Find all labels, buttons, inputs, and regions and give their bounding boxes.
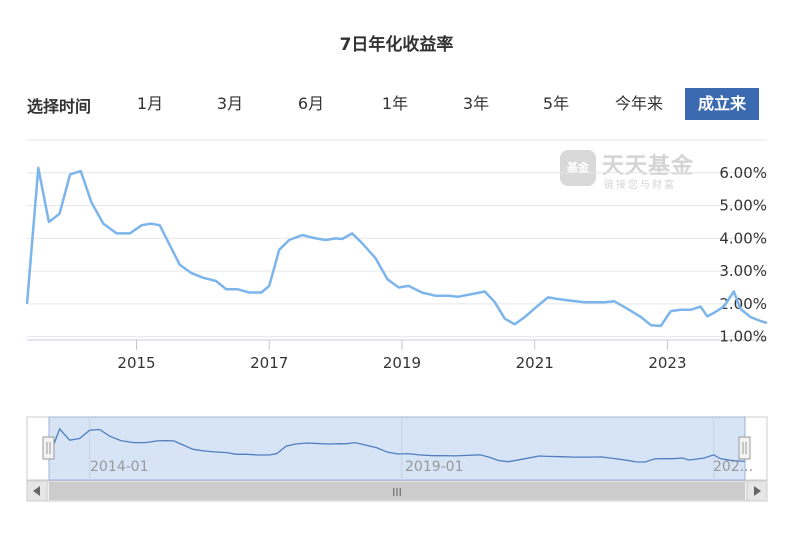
y-tick-label: 4.00% [719,229,767,247]
series-line [25,166,768,328]
y-tick-label: 1.00% [719,328,767,346]
grid-lines [27,139,767,341]
x-tick-label: 2019 [383,354,421,372]
y-tick-label: 5.00% [719,197,767,215]
y-tick-label: 3.00% [719,262,767,280]
x-tick-label: 2023 [648,354,686,372]
x-tick-label: 2015 [117,354,155,372]
y-tick-label: 6.00% [719,164,767,182]
x-tick-label: 2021 [516,354,554,372]
x-tick-label: 2017 [250,354,288,372]
y-axis: 1.00%2.00%3.00%4.00%5.00%6.00% [719,164,767,346]
x-axis: 2015 2017 2019 2021 2023 [117,340,687,372]
line-chart: 1.00%2.00%3.00%4.00%5.00%6.00% 2015 2017 2… [25,139,768,372]
